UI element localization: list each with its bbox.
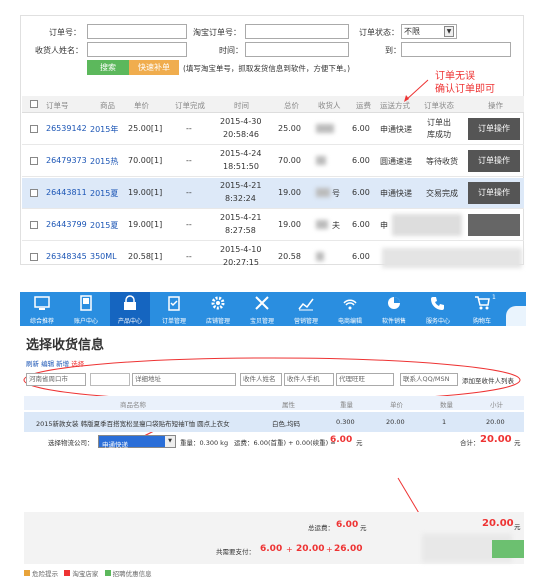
cart-item-row: 2015新款女装 韩版夏季百搭宽松显瘦口袋贴布短袖T恤 圆点上衣女 白色,均码 … [24,412,524,432]
nav-item-cart[interactable]: 购物车 1 [462,292,502,326]
subtotal-label: 合计： [460,439,480,447]
nav-decoration [506,306,526,326]
total-fee-value: 6.00 [336,520,359,530]
add-to-receiver-list-link[interactable]: 添加至收件人列表 [462,375,514,385]
nav-item-service[interactable]: 服务中心 [418,292,458,326]
handset-icon [431,297,444,310]
subtotal-value: 20.00 [480,434,512,445]
receiver-name-field[interactable]: 收件人姓名 [240,373,282,386]
col-unit-price: 单价 [390,401,403,409]
address-city-field[interactable]: 河南省周口市 [26,373,86,386]
col-weight: 重量 [340,401,353,409]
wangwang-field[interactable]: 代理旺旺 [336,373,394,386]
arrow-head-top [404,95,409,102]
right-total-value: 20.00 [482,518,514,529]
logistics-fee-total: 6.00 [330,435,353,445]
pay-plus-1: + [286,545,293,554]
nav-item-marketing[interactable]: 营销管理 [286,292,326,326]
nav-item-shop[interactable]: 店铺管理 [198,292,238,326]
cart-item-qty: 1 [442,418,447,426]
nav-item-products[interactable]: 产品中心 [110,292,150,326]
cart-item-weight: 0.300 [336,418,355,426]
nav-label: 账户中心 [73,318,98,325]
logistics-label: 选择物流公司： [48,439,94,447]
cart-item-attr: 白色,均码 [272,420,301,428]
cart-item-subtotal: 20.00 [486,418,505,426]
phone-icon [80,295,92,311]
nav-label: 产品中心 [117,318,142,325]
annotation-arrows [23,79,521,538]
nav-label: 综合推荐 [29,318,54,325]
total-fee-label: 总运费： [308,524,334,532]
col-qty: 数量 [440,401,453,409]
total-fee-unit: 元 [360,524,367,532]
cart-item-name[interactable]: 2015新款女装 韩版夏季百搭宽松显瘦口袋贴布短袖T恤 圆点上衣女 [36,418,266,428]
order-summary: 总运费： 6.00 元 20.00 元 共需要支付： 6.00 + 20.00 … [24,512,524,564]
cart-icon [475,296,490,310]
tab-edit[interactable]: 编辑 [41,360,54,368]
logistics-select[interactable]: 申通快递 ▼ [98,435,176,449]
logistics-fee-formula: 运费：6.00(首重) + 0.00(续重) = [234,439,336,447]
warning-icon [24,570,30,576]
monitor-icon [34,296,50,310]
pay-amount-b: 20.00 [296,544,325,554]
nav-item-recommend[interactable]: 综合推荐 [22,292,62,326]
nav-label: 软件销售 [381,318,406,325]
logistics-row: 选择物流公司： 申通快递 ▼ 重量：0.300 kg 运费：6.00(首重) +… [24,434,524,452]
tab-select[interactable]: 选择 [71,360,84,368]
cart-table-header: 商品名称 属性 重量 单价 数量 小计 [24,396,524,410]
nav-item-software[interactable]: 软件销售 [374,292,414,326]
nav-label: 营销管理 [293,318,318,325]
address-district-field[interactable] [90,373,130,386]
address-tabs: 刷新 编辑 新增 选择 [26,358,84,368]
col-product: 商品名称 [120,401,146,409]
gear-icon [211,296,225,310]
logistics-fee-unit: 元 [356,439,363,447]
cart-item-price: 20.00 [386,418,405,426]
main-nav: 综合推荐 账户中心 产品中心 订单管理 店铺管理 宝贝管理 营销管理 电商编辑 … [20,292,526,326]
tools-icon [255,296,269,310]
arrow-line-top [405,79,429,101]
clipboard-icon [168,296,180,311]
nav-item-orders[interactable]: 订单管理 [154,292,194,326]
pay-plus-2: + [326,545,333,554]
pie-icon [388,297,400,309]
nav-item-edit[interactable]: 电商编辑 [330,292,370,326]
address-detail-field[interactable]: 详细地址 [132,373,236,386]
col-attr: 属性 [282,401,295,409]
nav-label: 宝贝管理 [249,318,274,325]
shop-icon [64,570,71,576]
subtotal-unit: 元 [514,439,521,447]
col-subtotal: 小计 [490,401,503,409]
tab-add[interactable]: 新增 [56,360,69,368]
pay-amount-a: 6.00 [260,544,283,554]
cart-count-badge: 1 [492,294,496,301]
nav-label: 订单管理 [161,318,186,325]
logistics-value: 申通快递 [102,441,128,449]
chevron-down-icon: ▼ [165,436,175,447]
nav-label: 店铺管理 [205,318,230,325]
submit-order-button[interactable] [492,540,524,558]
nav-label: 服务中心 [425,318,450,325]
qq-field[interactable]: 联系人QQ/MSN [400,373,458,386]
info-icon [104,570,111,576]
wifi-icon [343,299,357,310]
page-title: 选择收货信息 [26,338,105,353]
tab-refresh[interactable]: 刷新 [26,360,39,368]
chart-icon [298,298,314,311]
logistics-weight: 重量：0.300 kg [180,439,229,447]
nav-label: 电商编辑 [337,318,362,325]
right-total-unit: 元 [514,523,521,531]
nav-label: 购物车 [472,318,491,325]
nav-item-account[interactable]: 账户中心 [66,292,106,326]
nav-item-goods[interactable]: 宝贝管理 [242,292,282,326]
lock-icon [124,295,136,310]
pay-amount-c: 26.00 [334,544,363,554]
receiver-phone-field[interactable]: 收件人手机 [284,373,334,386]
pay-label: 共需要支付： [216,548,255,556]
